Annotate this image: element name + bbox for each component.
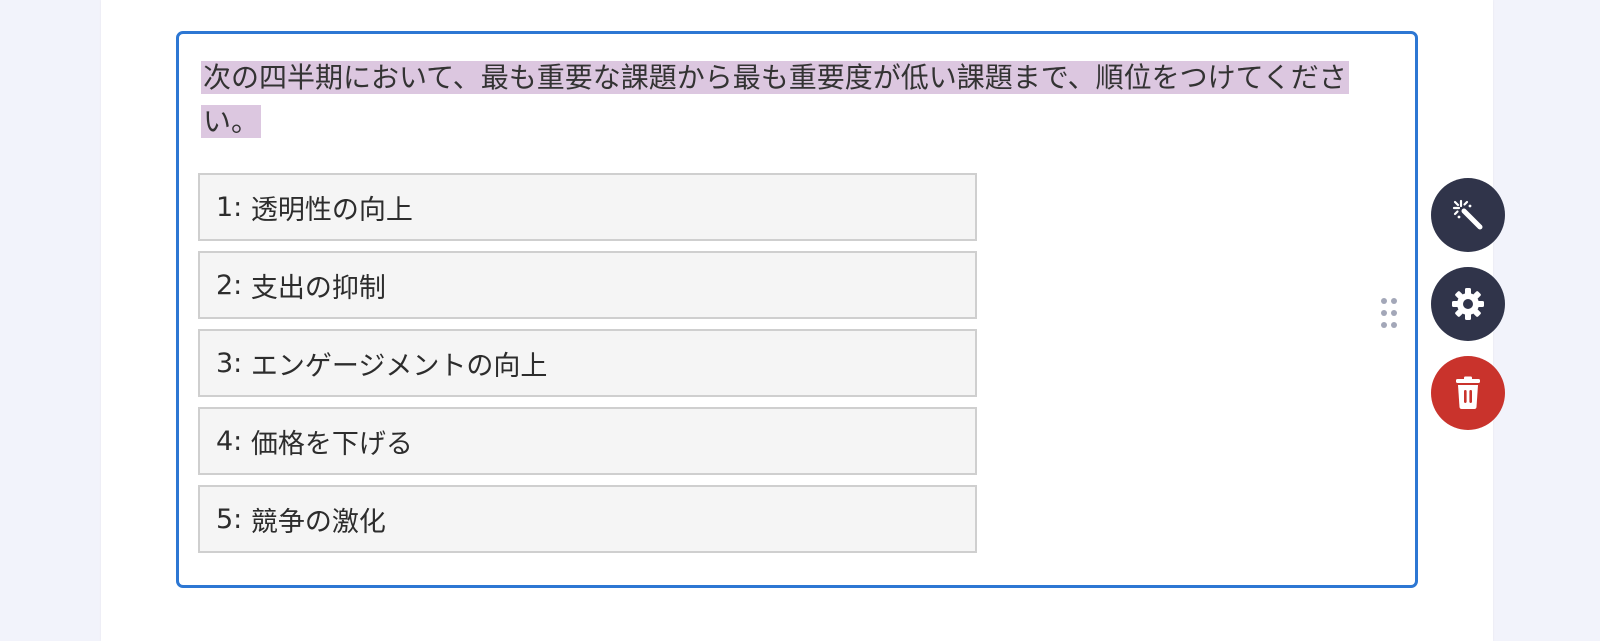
ranking-list: 1: 透明性の向上 2: 支出の抑制 3: エンゲージメントの向上 4: 価格を… bbox=[198, 173, 977, 563]
settings-button[interactable] bbox=[1431, 267, 1505, 341]
magic-wand-button[interactable] bbox=[1431, 178, 1505, 252]
ranking-item-number: 1: bbox=[216, 191, 243, 223]
ranking-item[interactable]: 1: 透明性の向上 bbox=[198, 173, 977, 241]
ranking-item-label: 競争の激化 bbox=[250, 506, 386, 538]
gear-icon bbox=[1452, 288, 1484, 320]
ranking-item-label: 価格を下げる bbox=[250, 428, 413, 460]
ranking-item-number: 4: bbox=[216, 425, 243, 457]
ranking-item-label: 透明性の向上 bbox=[250, 194, 413, 226]
ranking-item[interactable]: 3: エンゲージメントの向上 bbox=[198, 329, 977, 397]
ranking-question-card[interactable]: 次の四半期において、最も重要な課題から最も重要度が低い課題まで、順位をつけてくだ… bbox=[176, 31, 1418, 588]
ranking-item-label: 支出の抑制 bbox=[250, 272, 386, 304]
magic-wand-icon bbox=[1452, 199, 1483, 230]
question-title-text: 次の四半期において、最も重要な課題から最も重要度が低い課題まで、順位をつけてくだ… bbox=[201, 61, 1349, 138]
question-title[interactable]: 次の四半期において、最も重要な課題から最も重要度が低い課題まで、順位をつけてくだ… bbox=[201, 56, 1381, 144]
ranking-item-number: 5: bbox=[216, 503, 243, 535]
ranking-item[interactable]: 5: 競争の激化 bbox=[198, 485, 977, 553]
delete-button[interactable] bbox=[1431, 356, 1505, 430]
ranking-item-label: エンゲージメントの向上 bbox=[250, 350, 548, 382]
ranking-item-number: 3: bbox=[216, 347, 243, 379]
drag-handle-icon[interactable] bbox=[1378, 296, 1400, 330]
trash-icon bbox=[1456, 376, 1480, 409]
ranking-item[interactable]: 4: 価格を下げる bbox=[198, 407, 977, 475]
ranking-item[interactable]: 2: 支出の抑制 bbox=[198, 251, 977, 319]
ranking-item-number: 2: bbox=[216, 269, 243, 301]
